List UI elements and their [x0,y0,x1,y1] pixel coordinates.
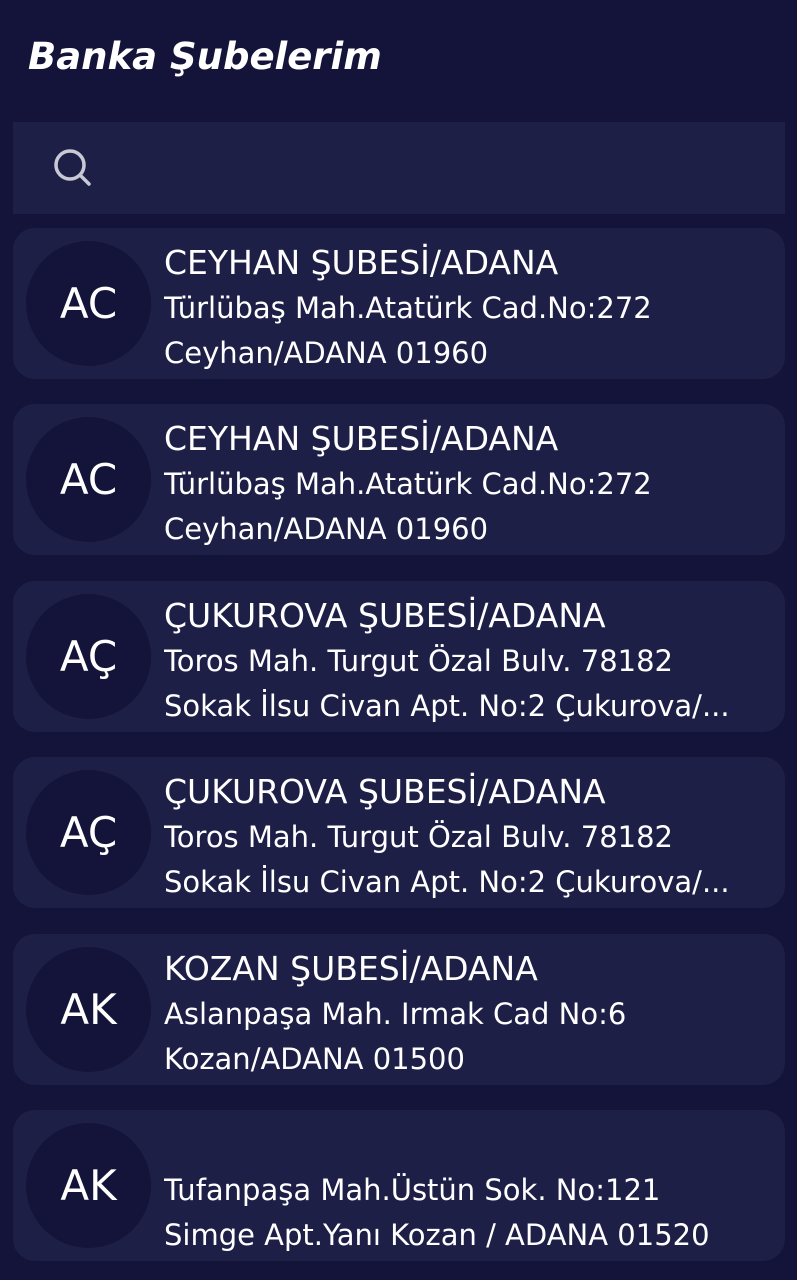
branch-name: CEYHAN ŞUBESİ/ADANA [164,419,559,458]
avatar: AC [26,417,151,542]
branch-address-line2: Sokak İlsu Civan Apt. No:2 Çukurova/... [164,865,730,899]
branch-address-line2: Ceyhan/ADANA 01960 [164,512,489,546]
avatar: AÇ [26,594,151,719]
search-bar[interactable] [13,122,785,214]
avatar: AC [26,241,151,366]
branch-card[interactable]: AK KOZAN ŞUBESİ/ADANA Aslanpaşa Mah. Irm… [13,934,785,1085]
branch-info: ÇUKUROVA ŞUBESİ/ADANA Toros Mah. Turgut … [164,769,776,905]
branch-address-line2: Simge Apt.Yanı Kozan / ADANA 01520 [164,1218,710,1252]
avatar: AK [26,1123,151,1248]
avatar: AÇ [26,770,151,895]
branch-info: Tufanpaşa Mah.Üstün Sok. No:121 Simge Ap… [164,1168,776,1258]
branch-address-line2: Kozan/ADANA 01500 [164,1042,465,1076]
branch-name: CEYHAN ŞUBESİ/ADANA [164,243,559,282]
branch-info: ÇUKUROVA ŞUBESİ/ADANA Toros Mah. Turgut … [164,593,776,729]
avatar: AK [26,947,151,1072]
branch-address-line1: Aslanpaşa Mah. Irmak Cad No:6 [164,997,627,1031]
branch-name: ÇUKUROVA ŞUBESİ/ADANA [164,772,606,811]
branch-name: KOZAN ŞUBESİ/ADANA [164,949,538,988]
branch-info: CEYHAN ŞUBESİ/ADANA Türlübaş Mah.Atatürk… [164,416,776,552]
branch-address-line1: Türlübaş Mah.Atatürk Cad.No:272 [164,467,652,501]
branches-screen: Banka Şubelerim AC CEYHAN ŞUBESİ/ADANA T… [0,0,797,1280]
branch-address-line2: Ceyhan/ADANA 01960 [164,336,489,370]
branch-info: KOZAN ŞUBESİ/ADANA Aslanpaşa Mah. Irmak … [164,946,776,1082]
branch-card[interactable]: AÇ ÇUKUROVA ŞUBESİ/ADANA Toros Mah. Turg… [13,757,785,908]
branch-card[interactable]: AK Tufanpaşa Mah.Üstün Sok. No:121 Simge… [13,1110,785,1261]
branch-name: ÇUKUROVA ŞUBESİ/ADANA [164,596,606,635]
header: Banka Şubelerim [28,30,382,82]
branch-address-line1: Toros Mah. Turgut Özal Bulv. 78182 [164,820,674,854]
branch-address-line1: Türlübaş Mah.Atatürk Cad.No:272 [164,291,652,325]
branch-card[interactable]: AC CEYHAN ŞUBESİ/ADANA Türlübaş Mah.Atat… [13,228,785,379]
search-icon[interactable] [51,146,95,190]
search-input[interactable] [95,122,785,214]
branch-address-line1: Tufanpaşa Mah.Üstün Sok. No:121 [164,1173,661,1207]
branch-address-line2: Sokak İlsu Civan Apt. No:2 Çukurova/... [164,689,730,723]
branch-info: CEYHAN ŞUBESİ/ADANA Türlübaş Mah.Atatürk… [164,240,776,376]
branch-address-line1: Toros Mah. Turgut Özal Bulv. 78182 [164,644,674,678]
page-title: Banka Şubelerim [28,34,382,78]
branch-card[interactable]: AC CEYHAN ŞUBESİ/ADANA Türlübaş Mah.Atat… [13,404,785,555]
branch-card[interactable]: AÇ ÇUKUROVA ŞUBESİ/ADANA Toros Mah. Turg… [13,581,785,732]
